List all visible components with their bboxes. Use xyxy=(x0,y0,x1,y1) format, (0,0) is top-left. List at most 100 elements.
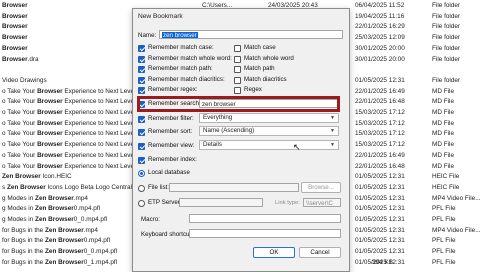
file-list-input[interactable] xyxy=(169,183,299,192)
file-date: 01/05/2025 12:31 xyxy=(355,183,405,191)
file-type: MD File xyxy=(432,119,455,127)
ok-button[interactable]: OK xyxy=(253,247,295,258)
file-name: g Modes in Zen Browser0_0.mp4.pfl xyxy=(2,215,142,225)
file-date: 19/04/2025 11:16 xyxy=(355,12,405,20)
browse-button[interactable]: Browse... xyxy=(301,182,341,193)
file-name: o Take Your Browser Experience to Next L… xyxy=(2,140,142,150)
file-name-suffix: Experience to Next Level.m xyxy=(62,162,142,170)
remember-option-checkbox[interactable] xyxy=(138,55,145,63)
file-name-prefix: for Bugs in the xyxy=(2,237,45,245)
file-name: for Bugs in the Zen Browser0_1.mp4.pfl xyxy=(2,258,142,268)
file-date: 30/01/2025 20:00 xyxy=(355,55,405,63)
file-name-suffix: 0_1.mp4.pfl xyxy=(83,258,118,266)
name-input[interactable]: zen browser xyxy=(159,30,343,39)
file-type: File folder xyxy=(432,34,461,42)
remember-option-checkbox[interactable] xyxy=(138,66,145,74)
view-select[interactable]: Details ▼ xyxy=(199,140,339,150)
option-checkbox[interactable] xyxy=(234,76,241,84)
file-name-prefix: for Bugs in the xyxy=(2,248,45,256)
file-name: o Take Your Browser Experience to Next L… xyxy=(2,151,142,161)
mouse-cursor-icon: ↖ xyxy=(293,142,301,152)
file-name-match: Browser xyxy=(37,98,63,106)
file-name: g Modes in Zen Browser0.mp4.pfl xyxy=(2,204,142,214)
file-name: g Modes in Zen Browser.mp4 xyxy=(2,194,142,204)
file-type: HEIC File xyxy=(432,183,460,191)
remember-option-checkbox[interactable] xyxy=(138,76,145,84)
file-name-match: Browser xyxy=(2,2,28,9)
file-name-match: Zen Browser xyxy=(35,205,74,213)
option-label: Match whole word xyxy=(244,54,294,62)
macro-label: Macro: xyxy=(141,216,160,223)
etp-server-radio[interactable] xyxy=(138,200,145,207)
file-date: 01/05/2025 12:31 xyxy=(355,216,405,223)
file-date: 15/03/2025 17:12 xyxy=(355,109,405,116)
file-date: 22/01/2025 16:29 xyxy=(355,23,405,31)
remember-index-checkbox[interactable] xyxy=(138,157,145,164)
remember-filter-checkbox[interactable] xyxy=(138,116,145,123)
file-date: 01/05/2025 12:31 xyxy=(355,248,405,256)
keyboard-shortcut-label: Keyboard shortcut: xyxy=(141,231,193,238)
file-name-prefix: o Take Your xyxy=(2,109,38,116)
file-name: Zen Browser Icon.HEIC xyxy=(2,172,142,182)
file-type: File folder xyxy=(432,12,461,20)
chevron-down-icon: ▼ xyxy=(330,128,335,134)
file-name-suffix: Experience to Next Level.m xyxy=(62,87,142,95)
file-date: 30/01/2025 20:00 xyxy=(355,44,405,52)
file-date: 15/03/2025 17:12 xyxy=(355,119,405,127)
remember-option-checkbox[interactable] xyxy=(138,45,145,52)
file-name: Browser xyxy=(2,33,142,43)
file-name-prefix: o Take Your xyxy=(2,141,38,149)
file-name-suffix: 0_0.mp4.pfl xyxy=(73,216,108,223)
file-name-prefix: g Modes in xyxy=(2,216,36,223)
file-name-prefix: o Take Your xyxy=(2,119,38,127)
etp-server-input[interactable] xyxy=(179,198,263,207)
remember-search-highlight xyxy=(137,96,340,112)
view-value: Details xyxy=(203,141,222,148)
file-date: 01/05/2025 12:31 xyxy=(355,205,405,213)
remember-sort-checkbox[interactable] xyxy=(138,129,145,136)
file-date: 22/01/2025 16:49 xyxy=(355,151,405,159)
local-database-label: Local database xyxy=(148,169,190,176)
link-type-input[interactable]: \\server\C xyxy=(303,198,341,207)
remember-option-label: Remember match case: xyxy=(148,44,214,51)
option-checkbox[interactable] xyxy=(234,55,241,63)
file-list-radio[interactable] xyxy=(138,185,145,192)
file-name-suffix: Experience to Next Level.m xyxy=(62,109,142,116)
option-label: Match path xyxy=(244,65,275,73)
remember-option-checkbox[interactable] xyxy=(138,87,145,95)
file-type: PFL File xyxy=(432,216,456,223)
file-name: for Bugs in the Zen Browser0_0.mp4.pfl xyxy=(2,247,142,257)
option-label: Match diacritics xyxy=(244,75,287,83)
file-name-match: Zen Browser xyxy=(35,216,74,223)
option-label: Regex xyxy=(244,86,262,94)
option-checkbox[interactable] xyxy=(234,87,241,95)
file-name-match: Zen Browser xyxy=(44,237,84,245)
remember-view-checkbox[interactable] xyxy=(138,143,145,150)
new-bookmark-dialog: New Bookmark Name: zen browser Remember … xyxy=(132,8,350,272)
file-name: o Take Your Browser Experience to Next L… xyxy=(2,87,142,97)
sort-value: Name (Ascending) xyxy=(203,127,255,134)
file-date: 15/03/2025 17:12 xyxy=(355,141,405,149)
file-name-match: Browser xyxy=(37,109,63,116)
file-name-match: Browser xyxy=(37,141,63,149)
file-name: o Take Your Browser Experience to Next L… xyxy=(2,108,142,118)
file-name-suffix: .mp4 xyxy=(73,194,88,202)
file-date: 15/03/2025 17:12 xyxy=(355,130,405,138)
file-type: MD File xyxy=(432,151,455,159)
filter-select[interactable]: Everything ▼ xyxy=(199,113,339,123)
option-checkbox[interactable] xyxy=(234,45,241,52)
file-name: Video Drawings xyxy=(2,76,142,86)
keyboard-shortcut-input[interactable] xyxy=(189,229,341,238)
cancel-button[interactable]: Cancel xyxy=(299,247,341,258)
file-type: MD File xyxy=(432,109,455,116)
file-type: PFL File xyxy=(432,258,456,266)
file-name-match: Browser xyxy=(37,162,63,170)
option-checkbox[interactable] xyxy=(234,66,241,74)
remember-option-label: Remember match whole word: xyxy=(148,54,232,62)
local-database-radio[interactable] xyxy=(138,170,145,177)
remember-option-label: Remember regex: xyxy=(148,86,198,94)
sort-select[interactable]: Name (Ascending) ▼ xyxy=(199,126,339,136)
file-type: MD File xyxy=(432,130,455,138)
file-type: MD File xyxy=(432,141,455,149)
macro-input[interactable] xyxy=(189,214,341,223)
